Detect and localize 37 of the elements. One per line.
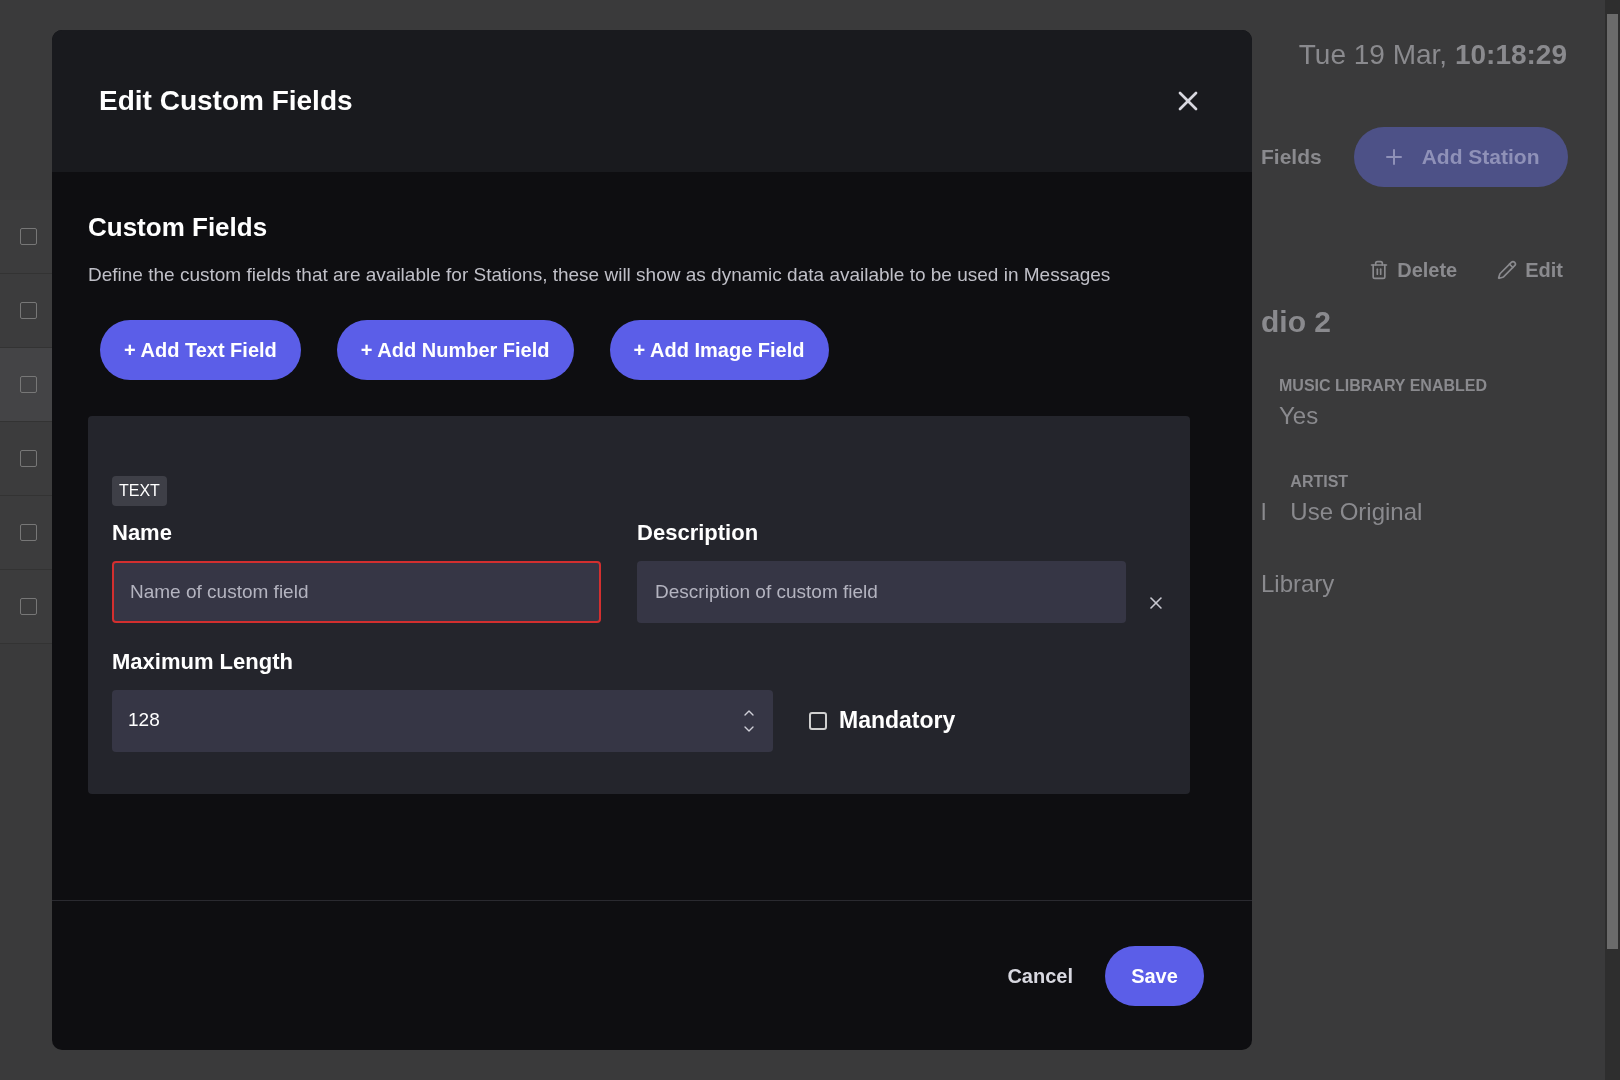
type-badge: TEXT	[112, 475, 167, 506]
field-label: Name	[112, 518, 173, 547]
field-label: Maximum Length	[112, 647, 294, 676]
delete-button[interactable]: Delete	[1369, 255, 1458, 285]
detail-label: MUSIC LIBRARY ENABLED	[1279, 376, 1487, 396]
cancel-button[interactable]: Cancel	[1007, 960, 1073, 991]
section-description: Define the custom fields that are available for Stations, these will show as dynamic data available to be used in Messages	[88, 263, 1112, 287]
detail-value: Library	[1261, 569, 1335, 599]
section-title: Custom Fields	[88, 211, 269, 244]
scrollbar[interactable]	[1605, 0, 1620, 1080]
row-checkbox[interactable]	[20, 228, 37, 245]
row-checkbox[interactable]	[20, 598, 37, 615]
add-field-button[interactable]: + Add Image Field	[609, 319, 829, 380]
station-name: dio 2	[1261, 304, 1332, 340]
trash-icon	[1369, 260, 1390, 280]
field-label: Description	[637, 518, 760, 547]
input-field[interactable]: Name of custom field	[112, 560, 602, 623]
row-checkbox[interactable]	[20, 450, 37, 467]
detail-value: l	[1261, 497, 1267, 527]
detail-value: Use Original	[1290, 497, 1423, 527]
checkbox-label: Mandatory	[839, 706, 956, 736]
detail-label: ARTIST	[1290, 472, 1350, 492]
add-field-button[interactable]: + Add Text Field	[100, 319, 301, 380]
add-field-button[interactable]: + Add Number Field	[336, 319, 574, 380]
detail-value: Yes	[1279, 401, 1320, 431]
tab-link[interactable]: Fields	[1261, 141, 1322, 173]
row-checkbox[interactable]	[20, 376, 37, 393]
pencil-icon	[1497, 260, 1518, 280]
number-input[interactable]: 128	[112, 689, 773, 752]
dialog-title: Edit Custom Fields	[99, 84, 353, 118]
save-button[interactable]: Save	[1105, 945, 1204, 1006]
edit-button[interactable]: Edit	[1497, 255, 1563, 285]
checkbox[interactable]	[809, 711, 827, 730]
input-field[interactable]: Description of custom field	[637, 560, 1127, 623]
date-time: Tue 19 Mar, 10:18:29	[1298, 38, 1567, 72]
row-checkbox[interactable]	[20, 302, 37, 319]
row-checkbox[interactable]	[20, 524, 37, 541]
